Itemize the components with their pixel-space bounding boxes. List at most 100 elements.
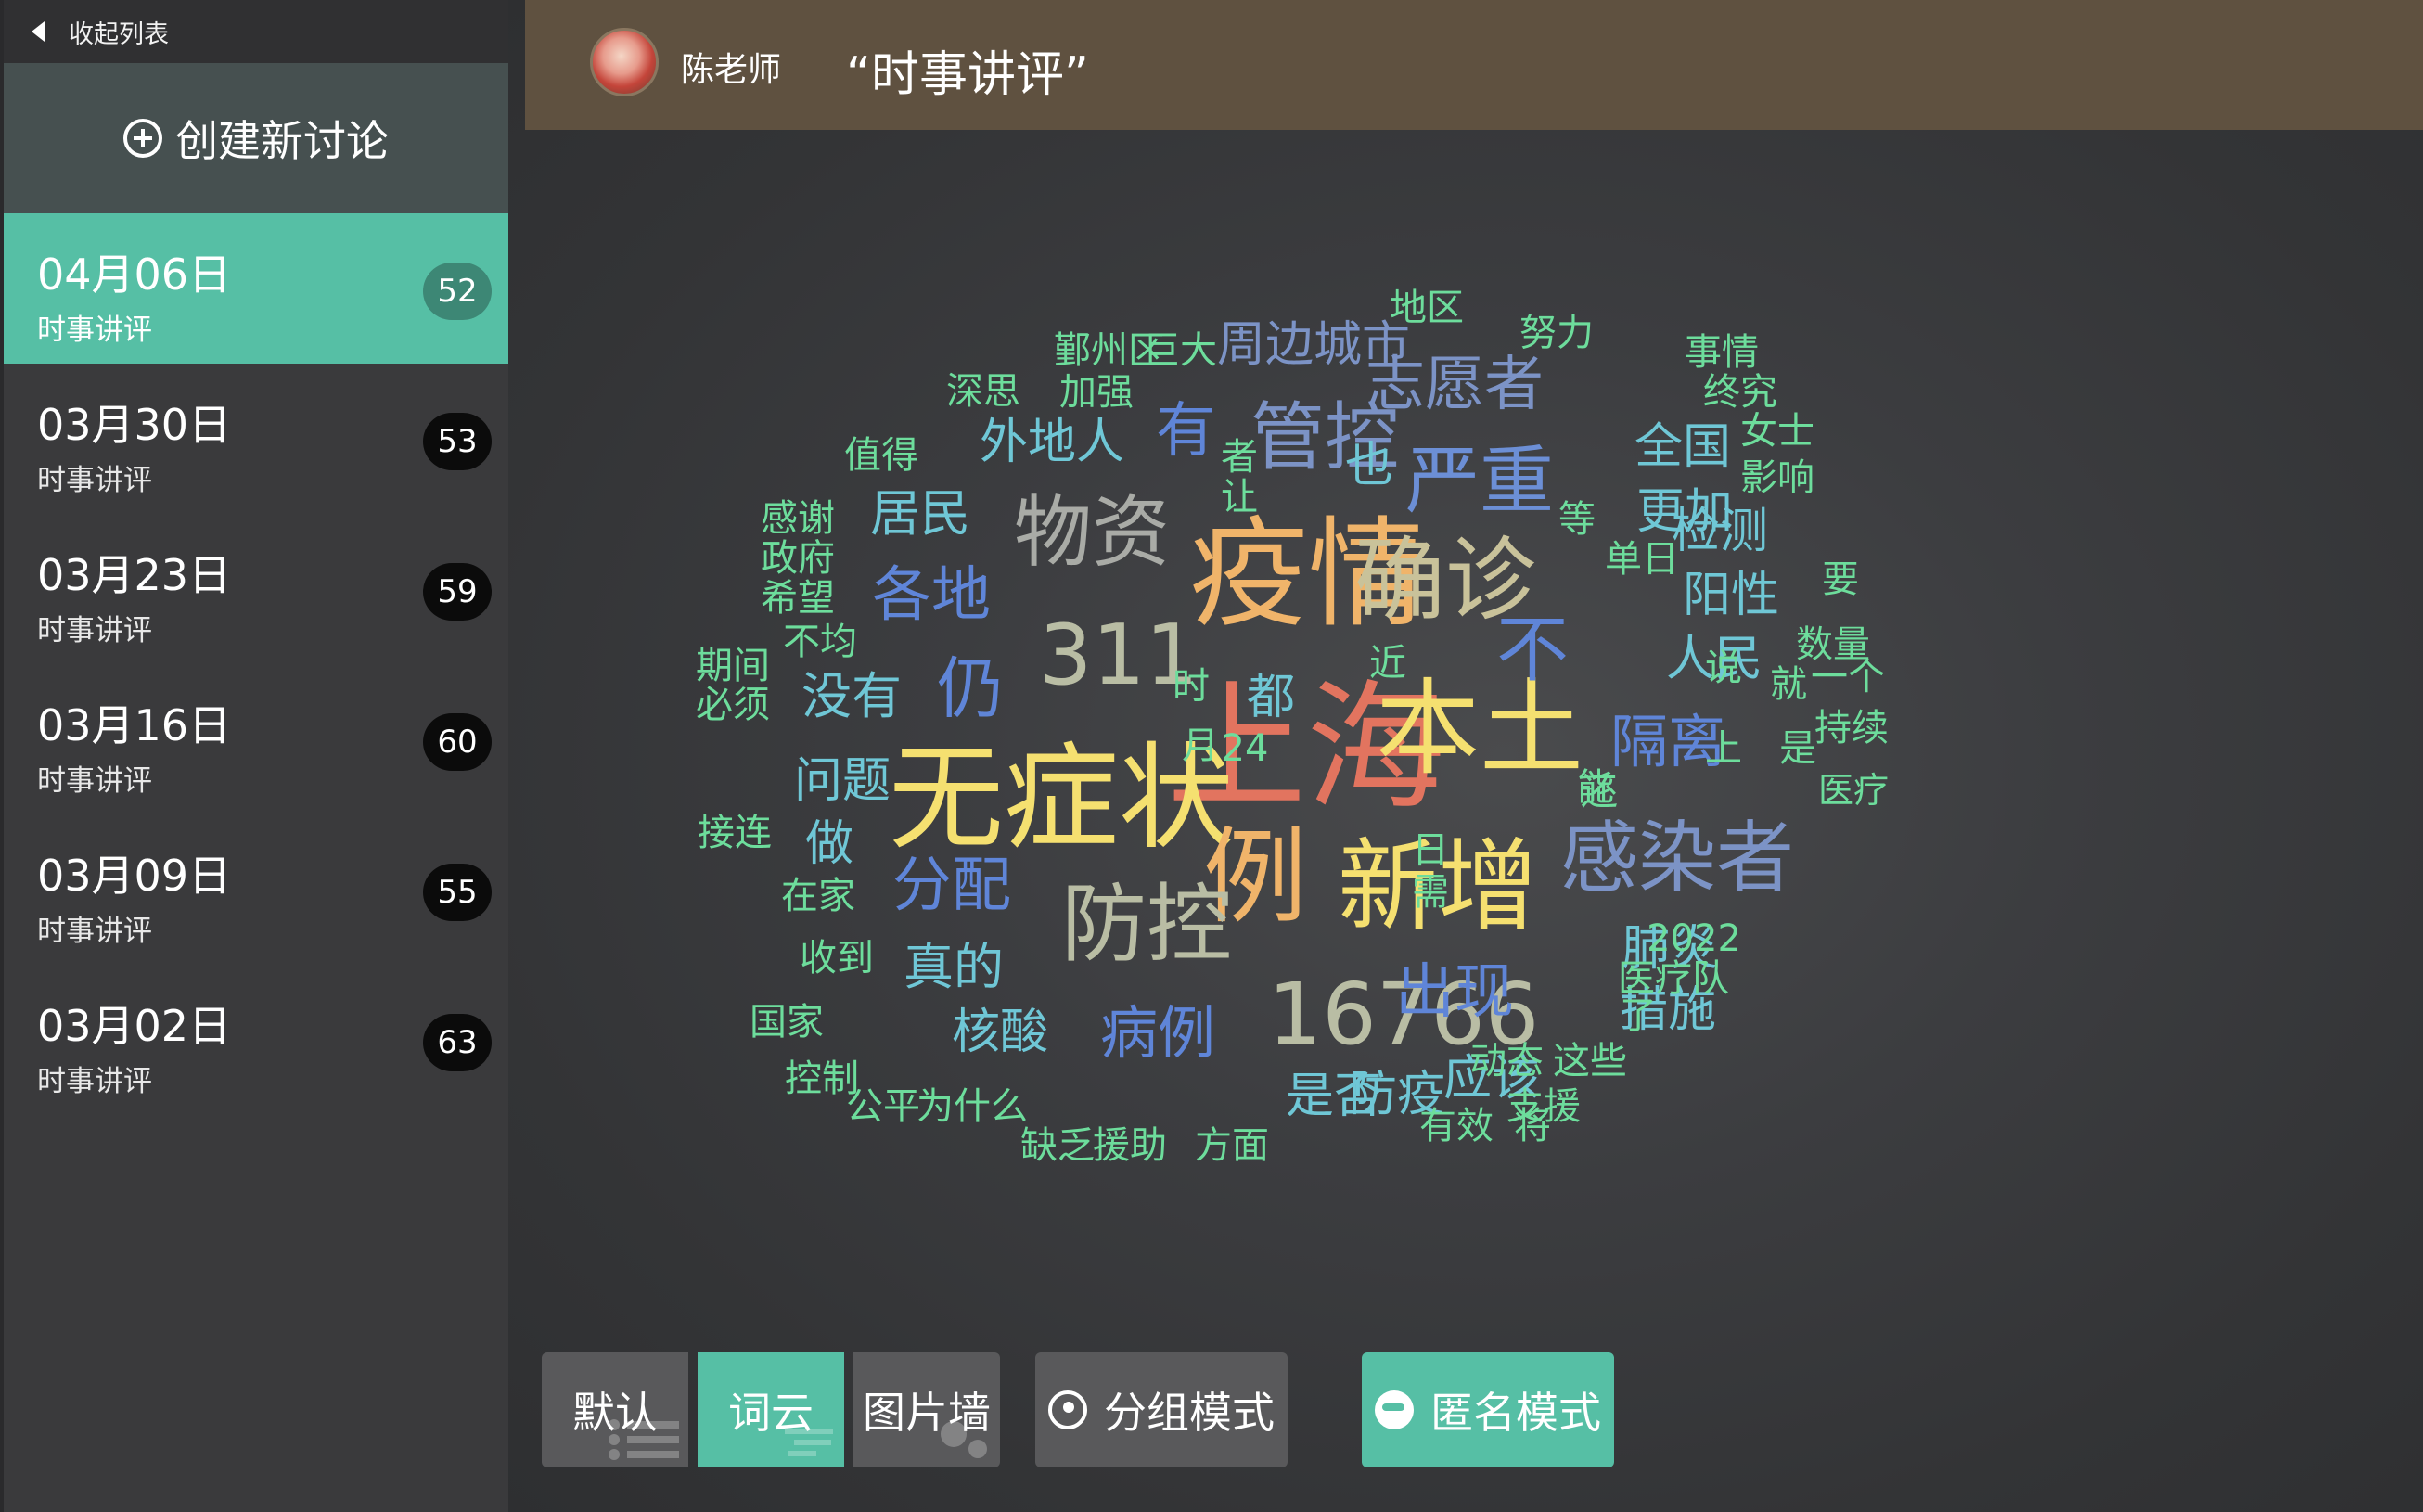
plus-circle-icon <box>123 119 162 158</box>
word-cloud-word: 必须 <box>696 684 770 726</box>
word-cloud-word: 接连 <box>698 812 772 854</box>
discussion-item[interactable]: 03月02日 时事讲评 63 <box>4 965 508 1115</box>
word-cloud-word: 是 <box>1779 727 1816 770</box>
word-cloud-word: 收到 <box>800 937 874 980</box>
discussion-sidebar: 收起列表 创建新讨论 04月06日 时事讲评 52 03月30日 时事讲评 53… <box>0 0 508 1512</box>
word-cloud-word: 都 <box>1246 670 1296 725</box>
word-cloud-word: 本土 <box>1376 669 1583 789</box>
word-cloud-word: 地区 <box>1390 287 1464 329</box>
word-cloud-word: 方面 <box>1195 1124 1269 1167</box>
discussion-main: 陈老师 “时事讲评” 上海 疫情 无症状 本土 新增例确诊 防控 16766 感染者 311 物资… <box>508 0 2423 1512</box>
word-cloud-word: 深思 <box>946 370 1020 413</box>
word-cloud-word: 说 <box>1705 647 1742 689</box>
word-cloud-word: 动态 <box>1469 1040 1544 1083</box>
default-view-button[interactable]: 默认 <box>542 1352 688 1467</box>
discussion-item[interactable]: 03月30日 时事讲评 53 <box>4 364 508 514</box>
reply-count-badge: 60 <box>423 713 492 771</box>
word-cloud-word: 等 <box>1558 498 1596 541</box>
word-cloud-word: 影响 <box>1740 456 1814 499</box>
word-cloud-word: 女士 <box>1740 410 1814 453</box>
word-cloud-word: 为什么 <box>917 1085 1028 1128</box>
anonymous-mask-icon <box>1375 1390 1414 1429</box>
word-cloud-word: 问题 <box>793 753 891 809</box>
teacher-name: 陈老师 <box>681 51 782 89</box>
create-discussion-label: 创建新讨论 <box>175 116 389 166</box>
word-cloud-word: 期间 <box>696 645 770 687</box>
word-cloud-word: 病例 <box>1099 999 1216 1067</box>
word-cloud-word: 做 <box>804 816 854 872</box>
discussion-subtitle: 时事讲评 <box>37 764 152 798</box>
word-cloud-word: 日 <box>1412 829 1449 872</box>
word-cloud-word: 2022 <box>1647 917 1741 960</box>
picture-wall-icon <box>941 1421 987 1458</box>
reply-count-badge: 52 <box>423 263 492 320</box>
word-cloud-word: 不 <box>1495 609 1570 692</box>
reply-count-badge: 53 <box>423 413 492 470</box>
word-cloud-word: 支援 <box>1506 1085 1581 1128</box>
word-cloud-word: 感谢 <box>761 497 835 540</box>
discussion-date: 03月23日 <box>37 550 232 600</box>
word-cloud-word: 上 <box>1705 727 1742 770</box>
word-cloud-word: 出现 <box>1395 958 1514 1027</box>
word-cloud-word: 居民 <box>870 484 970 543</box>
discussion-date: 03月30日 <box>37 400 232 450</box>
word-cloud-word: 希望 <box>761 577 835 620</box>
anonymous-mode-label: 匿名模式 <box>1430 1388 1601 1438</box>
reply-count-badge: 55 <box>423 864 492 921</box>
anonymous-mode-button[interactable]: 匿名模式 <box>1362 1352 1614 1467</box>
discussion-item[interactable]: 04月06日 时事讲评 52 <box>4 213 508 364</box>
word-cloud-view-button[interactable]: 词云 <box>698 1352 844 1467</box>
discussion-item[interactable]: 03月16日 时事讲评 60 <box>4 664 508 814</box>
discussion-date: 03月16日 <box>37 700 232 750</box>
word-cloud-word: 也 <box>1344 438 1394 493</box>
word-cloud-word: 能 <box>1577 766 1614 809</box>
collapse-list-button[interactable]: 收起列表 <box>4 0 508 63</box>
word-cloud-word: 就 <box>1770 663 1807 706</box>
picture-wall-view-button[interactable]: 图片墙 <box>853 1352 1000 1467</box>
word-cloud-word: 事情 <box>1685 331 1759 374</box>
word-cloud-word: 近 <box>1369 642 1406 685</box>
word-cloud-word: 各地 <box>872 561 991 630</box>
word-cloud-word: 外地人 <box>979 415 1125 470</box>
reply-count-badge: 59 <box>423 563 492 621</box>
word-cloud-word: 核酸 <box>951 1005 1049 1060</box>
word-cloud-word: 单日 <box>1605 538 1679 581</box>
word-cloud-word: 真的 <box>904 938 1004 996</box>
discussion-item[interactable]: 03月09日 时事讲评 55 <box>4 814 508 965</box>
word-cloud-word: 时 <box>1173 665 1210 708</box>
discussion-date: 04月06日 <box>37 250 232 300</box>
word-cloud-word: 加强 <box>1059 371 1134 414</box>
word-cloud-word: 医疗队 <box>1618 957 1729 1000</box>
word-cloud-word: 防控 <box>1060 875 1233 974</box>
word-cloud-word: 努力 <box>1519 312 1594 354</box>
word-cloud-word: 没有 <box>801 667 902 725</box>
word-cloud-icon <box>785 1429 833 1456</box>
caret-left-icon <box>32 21 45 42</box>
word-cloud-word: 有效 <box>1419 1105 1494 1147</box>
group-mode-button[interactable]: 分组模式 <box>1035 1352 1288 1467</box>
word-cloud-word: 一个 <box>1811 656 1885 698</box>
discussion-subtitle: 时事讲评 <box>37 464 152 497</box>
word-cloud-word: 在家 <box>781 875 855 917</box>
word-cloud-word: 公平 <box>846 1085 920 1128</box>
discussion-subtitle: 时事讲评 <box>37 614 152 647</box>
word-cloud-word: 缺乏 <box>1020 1124 1095 1167</box>
group-mode-label: 分组模式 <box>1104 1388 1275 1438</box>
word-cloud-word: 有 <box>1156 397 1215 466</box>
word-cloud-word: 感染者 <box>1559 813 1795 903</box>
word-cloud-word: 分配 <box>892 852 1011 920</box>
word-cloud-word: 医疗 <box>1817 770 1890 811</box>
word-cloud-word: 者 <box>1221 436 1258 479</box>
word-cloud-word: 严重 <box>1405 438 1554 524</box>
teacher-avatar[interactable] <box>590 28 659 96</box>
discussion-date: 03月02日 <box>37 1001 232 1051</box>
discussion-subtitle: 时事讲评 <box>37 1065 152 1098</box>
create-discussion-button[interactable]: 创建新讨论 <box>4 63 508 213</box>
reply-count-badge: 63 <box>423 1014 492 1071</box>
discussion-item[interactable]: 03月23日 时事讲评 59 <box>4 514 508 664</box>
word-cloud-word: 让 <box>1221 476 1258 519</box>
discussion-subtitle: 时事讲评 <box>37 915 152 948</box>
word-cloud-word: 持续 <box>1814 707 1889 750</box>
word-cloud-word: 这些 <box>1553 1040 1627 1083</box>
discussion-subtitle: 时事讲评 <box>37 314 152 347</box>
